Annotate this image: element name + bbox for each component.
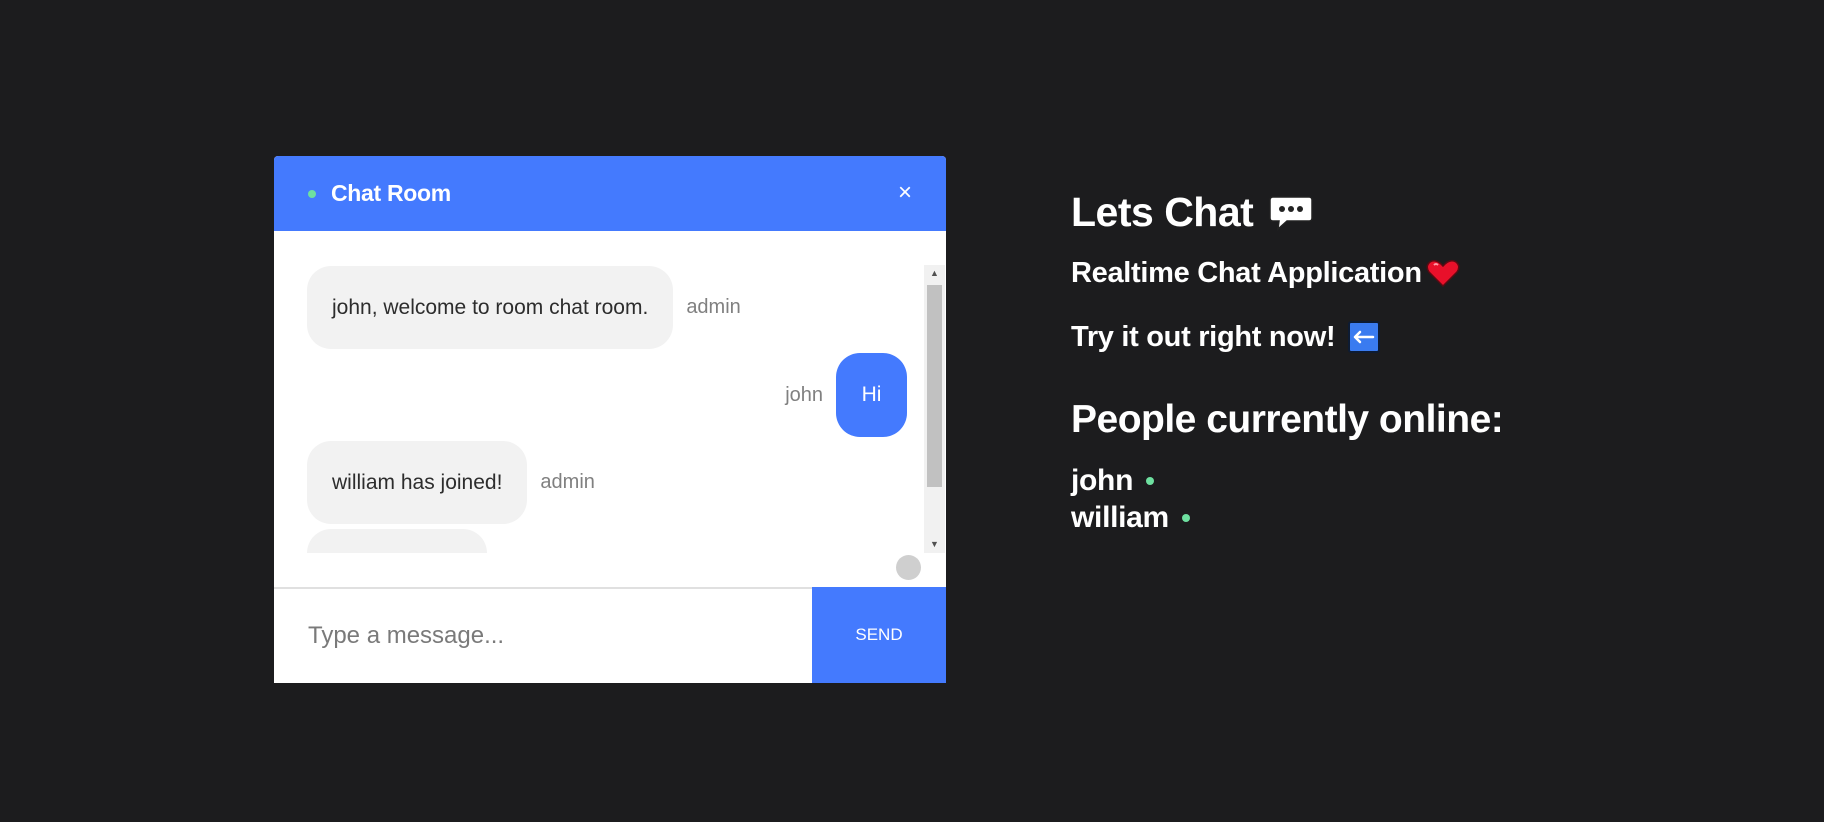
scroll-down-arrow-icon[interactable]: ▼ <box>924 536 945 553</box>
online-status-dot <box>308 189 316 198</box>
online-status-dot <box>1146 476 1155 485</box>
scrollbar-thumb[interactable] <box>927 285 942 487</box>
speech-balloon-icon <box>1269 195 1314 231</box>
message-sender: admin <box>540 471 595 493</box>
side-panel: Lets Chat Realtime Chat Application Try … <box>1071 185 1504 536</box>
chat-title: Chat Room <box>331 180 451 206</box>
send-button[interactable]: SEND <box>812 587 946 683</box>
online-status-dot <box>1181 513 1190 522</box>
online-users-list: john william <box>1071 462 1503 536</box>
chat-window: Chat Room × john, welcome to room chat r… <box>274 156 946 683</box>
scroll-to-bottom-button[interactable] <box>896 555 921 580</box>
call-to-action: Try it out right now! <box>1071 316 1503 358</box>
online-user-name: william <box>1071 500 1169 534</box>
online-user: john <box>1071 462 1503 499</box>
online-user-name: john <box>1071 463 1134 497</box>
call-to-action-text: Try it out right now! <box>1071 320 1336 353</box>
message-bubble: john, welcome to room chat room. <box>307 266 674 349</box>
message-row: william has joined! admin <box>307 441 595 524</box>
message-list[interactable]: john, welcome to room chat room. admin j… <box>307 266 907 553</box>
message-sender: admin <box>686 296 741 318</box>
app-title-text: Lets Chat <box>1071 189 1254 235</box>
app-subtitle: Realtime Chat Application <box>1071 252 1503 294</box>
message-row <box>307 529 487 553</box>
app-subtitle-text: Realtime Chat Application <box>1071 256 1422 289</box>
heart-icon <box>1426 258 1460 288</box>
scroll-up-arrow-icon[interactable]: ▲ <box>924 265 945 282</box>
message-input-bar: SEND <box>274 587 946 683</box>
online-user: william <box>1071 499 1503 536</box>
messages-area: john, welcome to room chat room. admin j… <box>274 231 946 587</box>
people-online-heading: People currently online: <box>1071 398 1504 441</box>
chat-header: Chat Room × <box>274 156 946 231</box>
message-bubble: Hi <box>836 353 907 437</box>
message-row: john, welcome to room chat room. admin <box>307 266 741 349</box>
app-title: Lets Chat <box>1071 185 1503 240</box>
message-bubble: william has joined! <box>307 441 528 524</box>
close-icon[interactable]: × <box>894 181 916 205</box>
message-row: john Hi <box>785 353 907 437</box>
message-scrollbar[interactable]: ▲ ▼ <box>924 265 945 553</box>
left-arrow-icon <box>1348 321 1381 353</box>
message-sender: john <box>785 383 823 406</box>
message-bubble-partial <box>307 529 487 553</box>
message-input[interactable] <box>274 589 812 683</box>
